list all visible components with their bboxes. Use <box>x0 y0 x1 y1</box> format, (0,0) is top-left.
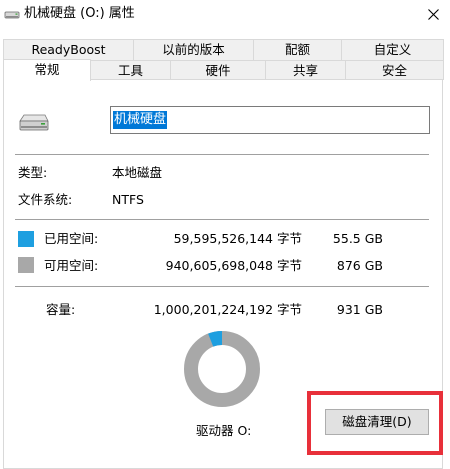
filesystem-label: 文件系统: <box>18 192 73 207</box>
separator <box>15 154 429 155</box>
used-space-arc <box>208 331 223 347</box>
tab-general[interactable]: 常规 <box>3 59 91 81</box>
tab-tools[interactable]: 工具 <box>90 60 171 80</box>
tab-sharing[interactable]: 共享 <box>265 60 346 80</box>
usage-donut-chart <box>184 331 260 407</box>
capacity-bytes: 1,000,201,224,192 字节 <box>153 302 302 317</box>
type-label: 类型: <box>18 165 48 180</box>
used-space-bytes: 59,595,526,144 字节 <box>173 231 302 246</box>
used-space-size: 55.5 GB <box>332 231 383 246</box>
drive-name-input[interactable]: 机械硬盘 <box>110 106 430 134</box>
separator <box>15 286 429 287</box>
separator <box>15 219 429 220</box>
type-value: 本地磁盘 <box>112 165 163 180</box>
free-space-size: 876 GB <box>336 258 383 273</box>
tab-customize[interactable]: 自定义 <box>341 39 444 61</box>
free-space-ring <box>184 331 260 407</box>
tab-previous-versions[interactable]: 以前的版本 <box>133 39 254 61</box>
tab-security[interactable]: 安全 <box>345 60 444 80</box>
close-button[interactable] <box>416 0 450 30</box>
drive-icon <box>4 6 20 22</box>
used-space-label: 已用空间: <box>44 231 99 246</box>
drive-letter-label: 驱动器 O: <box>196 423 252 438</box>
title-bar: 机械硬盘 (O:) 属性 <box>0 0 450 30</box>
hard-drive-icon <box>18 112 50 137</box>
disk-cleanup-button[interactable]: 磁盘清理(D) <box>325 409 429 435</box>
filesystem-value: NTFS <box>112 192 144 207</box>
tab-hardware[interactable]: 硬件 <box>170 60 266 80</box>
used-space-swatch <box>18 231 34 247</box>
free-space-bytes: 940,605,698,048 字节 <box>165 258 302 273</box>
tab-quota[interactable]: 配额 <box>253 39 342 61</box>
close-icon <box>428 9 439 20</box>
window-title: 机械硬盘 (O:) 属性 <box>24 6 135 21</box>
drive-name-text: 机械硬盘 <box>113 111 168 129</box>
capacity-size: 931 GB <box>336 302 383 317</box>
free-space-label: 可用空间: <box>44 258 99 273</box>
free-space-swatch <box>18 257 34 273</box>
tab-readyboost[interactable]: ReadyBoost <box>3 39 134 61</box>
capacity-label: 容量: <box>46 302 76 317</box>
